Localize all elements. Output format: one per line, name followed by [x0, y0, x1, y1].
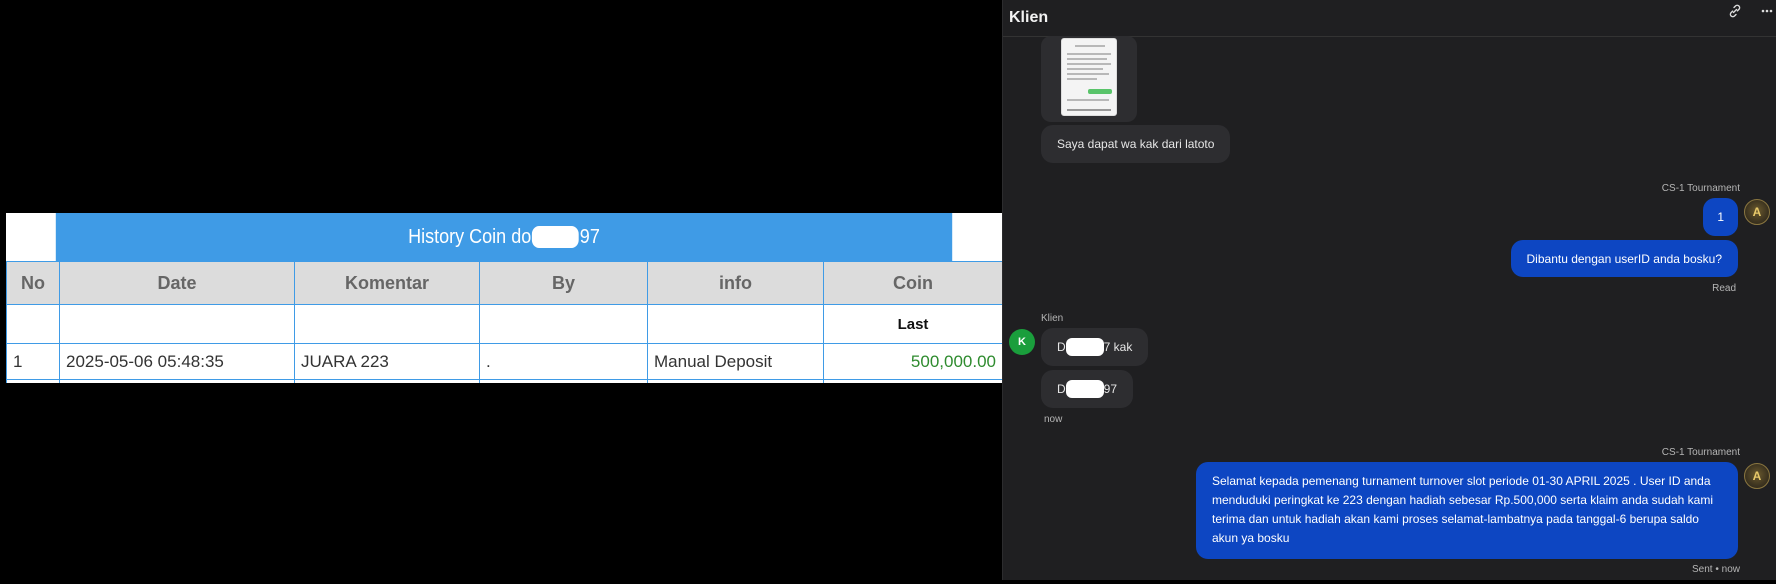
message-time: now [1044, 414, 1063, 425]
history-title-suffix: 97 [579, 225, 600, 248]
subheader-last: Last [823, 304, 1002, 344]
sender-name: CS-1 Tournament [1661, 183, 1740, 194]
message-text-prefix: D [1057, 340, 1066, 354]
message-bubble: D 97 [1041, 370, 1134, 408]
cell-coin: 500,000.00 [823, 343, 1002, 380]
message-bubble: D 7 kak [1041, 328, 1149, 366]
cell-komentar: JUARA 223 [294, 343, 480, 380]
cell-by: . [479, 343, 648, 380]
col-info[interactable]: info [647, 261, 824, 305]
attachment-thumbnail[interactable] [1061, 38, 1117, 116]
col-komentar[interactable]: Komentar [294, 261, 480, 305]
image-attachment[interactable] [1041, 36, 1137, 122]
message-text: 1 [1717, 210, 1724, 224]
agent-avatar: A [1744, 463, 1770, 489]
redaction-mask [1065, 380, 1104, 398]
message-text-suffix: 97 [1103, 382, 1118, 396]
message-bubble: 1 [1703, 198, 1738, 236]
col-date[interactable]: Date [59, 261, 295, 305]
message-text-suffix: 7 kak [1103, 340, 1133, 354]
table-subheader-row: Last [6, 304, 1002, 344]
read-status: Read [1712, 283, 1736, 294]
chat-header: Klien [1003, 0, 1776, 37]
sender-name: Klien [1041, 313, 1064, 324]
subheader-empty [647, 304, 824, 344]
message-bubble: Saya dapat wa kak dari latoto [1041, 125, 1231, 163]
table-row [6, 379, 1002, 383]
sent-status: Sent • now [1692, 564, 1740, 575]
col-by[interactable]: By [479, 261, 648, 305]
message-bubble: Dibantu dengan userID anda bosku? [1510, 240, 1738, 277]
cell-empty [6, 379, 60, 383]
subheader-empty [59, 304, 295, 344]
history-title: History Coin do 97 [55, 213, 953, 261]
chat-title: Klien [1009, 9, 1049, 26]
client-avatar: K [1009, 329, 1035, 355]
cell-empty [479, 379, 648, 383]
cell-empty [647, 379, 824, 383]
col-no[interactable]: No [6, 261, 60, 305]
message-text-prefix: D [1057, 382, 1066, 396]
message-text: Selamat kepada pemenang turnament turnov… [1212, 474, 1713, 545]
chat-panel: Klien Saya dapat wa kak dari latoto CS-1… [1002, 0, 1776, 580]
cell-info: Manual Deposit [647, 343, 824, 380]
sender-name: CS-1 Tournament [1661, 447, 1740, 458]
message-text: Dibantu dengan userID anda bosku? [1526, 251, 1722, 266]
table-header-row: No Date Komentar By info Coin [6, 261, 1002, 305]
redaction-mask [1065, 338, 1104, 356]
col-coin[interactable]: Coin [823, 261, 1002, 305]
agent-avatar: A [1744, 199, 1770, 225]
message-bubble: Selamat kepada pemenang turnament turnov… [1196, 462, 1738, 559]
cell-empty [823, 379, 1002, 383]
history-coin-panel: History Coin do 97 No Date Komentar By in… [6, 213, 1002, 383]
message-text: Saya dapat wa kak dari latoto [1057, 137, 1215, 151]
link-icon[interactable] [1726, 4, 1744, 21]
history-table: No Date Komentar By info Coin Last 1 202… [6, 261, 1002, 383]
more-icon[interactable] [1758, 4, 1776, 21]
redaction-mask [532, 226, 579, 248]
history-title-prefix: History Coin do [408, 225, 532, 248]
subheader-empty [6, 304, 60, 344]
cell-empty [59, 379, 295, 383]
subheader-empty [479, 304, 648, 344]
cell-date: 2025-05-06 05:48:35 [59, 343, 295, 380]
table-row: 1 2025-05-06 05:48:35 JUARA 223 . Manual… [6, 343, 1002, 380]
subheader-empty [294, 304, 480, 344]
header-actions [1726, 4, 1776, 21]
cell-empty [294, 379, 480, 383]
cell-no: 1 [6, 343, 60, 380]
